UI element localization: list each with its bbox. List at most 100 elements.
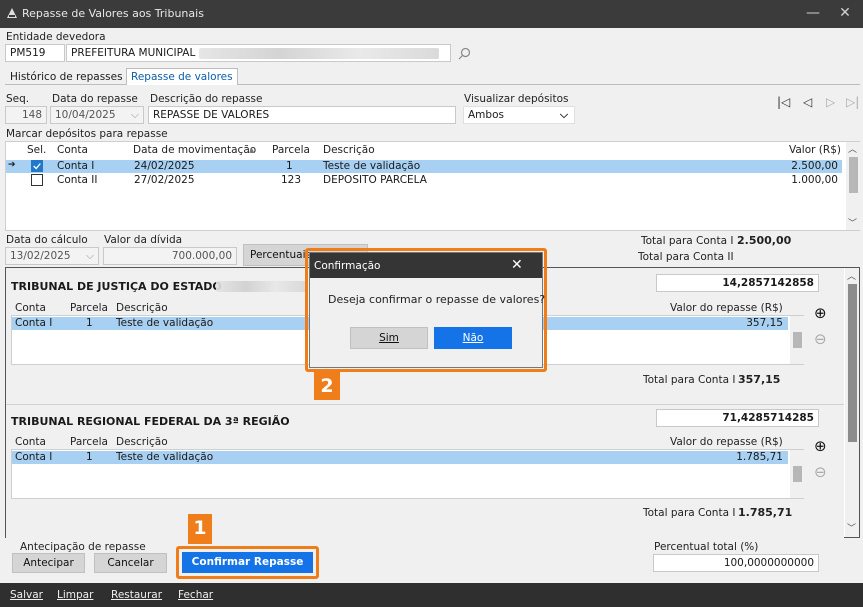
- total-conta1-value: 2.500,00: [737, 234, 792, 247]
- data-calculo-field[interactable]: 13/02/2025 ⌵: [5, 247, 99, 265]
- visualizar-label: Visualizar depósitos: [464, 93, 569, 105]
- tab-repasse[interactable]: Repasse de valores: [126, 68, 238, 85]
- redacted-text: [216, 281, 306, 292]
- sim-button[interactable]: Sim: [350, 327, 428, 349]
- col-descricao: Descrição: [116, 302, 168, 314]
- chevron-down-icon[interactable]: ⌵: [86, 248, 94, 264]
- percentual-field[interactable]: 14,2857142858: [656, 274, 819, 292]
- step-badge: 1: [188, 514, 212, 544]
- tribunal-grid: Conta I 1 Teste de validação 1.785,71: [11, 449, 804, 499]
- percentual-total-field[interactable]: 100,0000000000: [653, 554, 819, 572]
- data-calculo-value: 13/02/2025: [10, 250, 71, 262]
- next-record-icon[interactable]: ▷: [826, 95, 835, 109]
- chevron-up-icon[interactable]: ︿: [848, 142, 857, 155]
- antecipacao-label: Antecipação de repasse: [20, 541, 146, 553]
- scroll-thumb[interactable]: [793, 466, 802, 482]
- chevron-down-icon[interactable]: ﹀: [847, 521, 856, 534]
- limpar-link[interactable]: Limpar: [57, 589, 93, 601]
- cell-valor: 1.000,00: [791, 174, 838, 186]
- total-conta2-label: Total para Conta II: [638, 251, 734, 263]
- cell-descricao: Teste de validação: [323, 160, 421, 172]
- window-title: Repasse de Valores aos Tribunais: [22, 7, 204, 20]
- cancelar-button[interactable]: Cancelar: [94, 553, 167, 573]
- col-conta: Conta: [15, 436, 46, 448]
- chevron-down-icon[interactable]: ﹀: [848, 216, 857, 229]
- step-badge: 2: [314, 372, 340, 400]
- col-parcela: Parcela: [70, 302, 108, 314]
- close-window-button[interactable]: ✕: [834, 4, 856, 24]
- cell-descricao: DEPOSITO PARCELA: [323, 174, 427, 186]
- tribunal-name: TRIBUNAL DE JUSTIÇA DO ESTADO: [11, 280, 222, 293]
- table-row[interactable]: Conta II 27/02/2025 123 DEPOSITO PARCELA…: [6, 174, 842, 187]
- col-parcela: Parcela: [272, 144, 310, 156]
- chevron-up-icon[interactable]: ︿: [847, 269, 856, 282]
- col-conta: Conta: [15, 302, 46, 314]
- remove-icon[interactable]: ⊖: [814, 330, 827, 348]
- cell-conta: Conta I: [15, 451, 53, 463]
- marcar-depositos-label: Marcar depósitos para repasse: [6, 128, 168, 140]
- entidade-label: Entidade devedora: [6, 31, 106, 43]
- col-data[interactable]: Data de movimentação: [133, 144, 256, 156]
- entidade-name-field[interactable]: PREFEITURA MUNICIPAL: [66, 44, 451, 62]
- redacted-text: [199, 48, 439, 59]
- total-value: 1.785,71: [738, 506, 793, 519]
- first-record-icon[interactable]: |◁: [777, 95, 790, 109]
- data-repasse-label: Data do repasse: [52, 93, 138, 105]
- search-icon[interactable]: [458, 47, 471, 60]
- row-checkbox[interactable]: [31, 160, 43, 172]
- entidade-code-field[interactable]: PM519: [5, 44, 65, 62]
- last-record-icon[interactable]: ▷|: [846, 95, 859, 109]
- prev-record-icon[interactable]: ◁: [803, 95, 812, 109]
- dialog-title: Confirmação: [314, 260, 381, 272]
- col-sel: Sel.: [27, 144, 47, 156]
- row-checkbox[interactable]: [31, 174, 43, 186]
- total-value: 357,15: [738, 373, 781, 386]
- valor-divida-field[interactable]: 700.000,00: [103, 247, 237, 265]
- app-logo-icon: [7, 8, 17, 18]
- row-pointer-icon: ➔: [8, 160, 16, 170]
- add-icon[interactable]: ⊕: [814, 437, 827, 455]
- antecipar-button[interactable]: Antecipar: [12, 553, 85, 573]
- grid-scrollbar[interactable]: [790, 316, 804, 364]
- confirmation-dialog: Confirmação ✕ Deseja confirmar o repasse…: [309, 252, 546, 368]
- add-icon[interactable]: ⊕: [814, 304, 827, 322]
- descricao-field[interactable]: REPASSE DE VALORES: [148, 106, 456, 124]
- dialog-message: Deseja confirmar o repasse de valores?: [328, 293, 546, 306]
- table-row[interactable]: Conta I 1 Teste de validação 1.785,71: [12, 451, 788, 464]
- cell-descricao: Teste de validação: [116, 451, 214, 463]
- data-calculo-label: Data do cálculo: [6, 234, 88, 246]
- tab-historico[interactable]: Histórico de repasses: [6, 69, 127, 86]
- cell-valor: 2.500,00: [791, 160, 838, 172]
- dialog-close-button[interactable]: ✕: [511, 257, 523, 273]
- scroll-thumb[interactable]: [848, 284, 857, 442]
- salvar-link[interactable]: Salvar: [10, 589, 43, 601]
- grid-scrollbar[interactable]: [790, 450, 804, 498]
- minimize-button[interactable]: —: [802, 4, 824, 24]
- fechar-link[interactable]: Fechar: [178, 589, 213, 601]
- scroll-thumb[interactable]: [849, 157, 858, 193]
- chevron-down-icon[interactable]: ⌵: [560, 107, 568, 123]
- chevron-down-icon[interactable]: ⌵: [131, 107, 139, 123]
- total-conta1-label: Total para Conta I: [641, 235, 734, 247]
- seq-field[interactable]: 148: [5, 106, 47, 124]
- cell-data: 27/02/2025: [134, 174, 195, 186]
- cell-conta: Conta II: [57, 174, 98, 186]
- tribunais-scrollbar[interactable]: ︿ ﹀: [845, 268, 859, 537]
- cell-conta: Conta I: [15, 317, 53, 329]
- cell-parcela: 123: [281, 174, 302, 186]
- sort-icon: ▴: [249, 144, 255, 156]
- seq-label: Seq.: [6, 93, 30, 105]
- table-row[interactable]: ➔ Conta I 24/02/2025 1 Teste de validaçã…: [6, 160, 842, 173]
- valor-divida-label: Valor da dívida: [104, 234, 183, 246]
- percentual-field[interactable]: 71,4285714285: [656, 409, 819, 427]
- restaurar-link[interactable]: Restaurar: [111, 589, 162, 601]
- data-repasse-field[interactable]: 10/04/2025 ⌵: [50, 106, 144, 124]
- confirmar-repasse-button[interactable]: Confirmar Repasse: [182, 552, 313, 573]
- nao-button[interactable]: Não: [434, 327, 512, 349]
- visualizar-select[interactable]: Ambos ⌵: [463, 106, 575, 124]
- tribunal-name: TRIBUNAL REGIONAL FEDERAL DA 3ª REGIÃO: [11, 415, 290, 428]
- tribunal-card: TRIBUNAL REGIONAL FEDERAL DA 3ª REGIÃO 7…: [6, 405, 844, 538]
- remove-icon[interactable]: ⊖: [814, 463, 827, 481]
- scroll-thumb[interactable]: [793, 332, 802, 348]
- depositos-scrollbar[interactable]: ︿ ﹀: [846, 142, 860, 230]
